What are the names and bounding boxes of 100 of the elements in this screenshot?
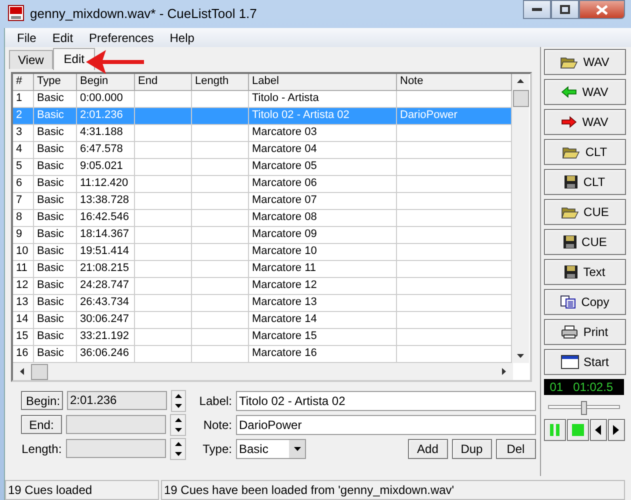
- spin-control[interactable]: [170, 390, 186, 412]
- table-cell: 8: [13, 210, 34, 227]
- table-cell: 33:21.192: [77, 329, 135, 346]
- table-cell: 30:06.247: [77, 312, 135, 329]
- column-header[interactable]: #: [13, 74, 34, 91]
- table-row[interactable]: 5 Basic 9:05.021 Marcatore 05: [13, 159, 512, 176]
- column-header[interactable]: Label: [249, 74, 397, 91]
- up-arrow-icon: [174, 392, 183, 398]
- label-field[interactable]: Titolo 02 - Artista 02: [236, 390, 536, 410]
- table-cell: 19:51.414: [77, 244, 135, 261]
- table-cell: Marcatore 08: [249, 210, 397, 227]
- table-cell: 7: [13, 193, 34, 210]
- begin-field[interactable]: 2:01.236: [67, 391, 167, 410]
- column-header[interactable]: Length: [192, 74, 249, 91]
- table-row[interactable]: 3 Basic 4:31.188 Marcatore 03: [13, 125, 512, 142]
- printer-icon: [561, 325, 578, 339]
- copy-icon: [560, 295, 576, 309]
- right-arrow-icon: [500, 367, 507, 376]
- table-row[interactable]: 14 Basic 30:06.247 Marcatore 14: [13, 312, 512, 329]
- action-button[interactable]: Add: [408, 438, 448, 458]
- table-row[interactable]: 15 Basic 33:21.192 Marcatore 15: [13, 329, 512, 346]
- toolbar-button[interactable]: WAV: [544, 49, 626, 75]
- maximize-button[interactable]: [551, 0, 579, 19]
- toolbar-button[interactable]: CUE: [544, 229, 626, 255]
- menu-item[interactable]: Edit: [44, 30, 82, 44]
- note-label: Note:: [202, 418, 232, 432]
- table-cell: Marcatore 03: [249, 125, 397, 142]
- toolbar-button[interactable]: WAV: [544, 109, 626, 135]
- maximize-icon: [560, 5, 570, 14]
- toolbar-button[interactable]: CUE: [544, 199, 626, 225]
- action-button[interactable]: Dup: [452, 438, 492, 458]
- tab[interactable]: Edit: [52, 48, 96, 70]
- begin-button[interactable]: Begin:: [21, 391, 63, 410]
- table-cell: Basic: [34, 244, 77, 261]
- tab[interactable]: View: [9, 50, 53, 69]
- toolbar-button[interactable]: CLT: [544, 139, 626, 165]
- scroll-thumb[interactable]: [512, 90, 528, 107]
- table-row[interactable]: 11 Basic 21:08.215 Marcatore 11: [13, 261, 512, 278]
- table-row[interactable]: 10 Basic 19:51.414 Marcatore 10: [13, 244, 512, 261]
- toolbar-button[interactable]: WAV: [544, 79, 626, 105]
- column-header[interactable]: Type: [34, 74, 77, 91]
- toolbar-button[interactable]: Start: [544, 349, 626, 375]
- table-cell: Marcatore 07: [249, 193, 397, 210]
- time-display: 01 01:02.5: [544, 379, 624, 395]
- up-arrow-icon: [174, 416, 183, 422]
- minimize-icon: [532, 8, 542, 11]
- menu-item[interactable]: Preferences: [81, 30, 162, 44]
- previous-button[interactable]: [590, 419, 607, 441]
- table-cell: 14: [13, 312, 34, 329]
- table-cell: Marcatore 12: [249, 278, 397, 295]
- menu-item[interactable]: Help: [162, 30, 202, 44]
- annotation-arrow: [84, 48, 146, 76]
- stop-button[interactable]: [566, 419, 589, 441]
- toolbar-button[interactable]: Copy: [544, 289, 626, 315]
- menu-item[interactable]: File: [9, 30, 44, 44]
- scroll-thumb[interactable]: [31, 364, 48, 380]
- table-row[interactable]: 7 Basic 13:38.728 Marcatore 07: [13, 193, 512, 210]
- table-cell: Basic: [34, 227, 77, 244]
- folder-icon: [560, 205, 579, 219]
- pause-button[interactable]: [544, 419, 566, 441]
- table-cell: Marcatore 11: [249, 261, 397, 278]
- toolbar-button[interactable]: Text: [544, 259, 626, 285]
- table-cell: Basic: [34, 108, 77, 125]
- window-icon: [560, 355, 579, 369]
- table-row[interactable]: 13 Basic 26:43.734 Marcatore 13: [13, 295, 512, 312]
- table-row[interactable]: 4 Basic 6:47.578 Marcatore 04: [13, 142, 512, 159]
- minimize-button[interactable]: [523, 0, 551, 19]
- table-row[interactable]: 12 Basic 24:28.747 Marcatore 12: [13, 278, 512, 295]
- table-row[interactable]: 6 Basic 11:12.420 Marcatore 06: [13, 176, 512, 193]
- table-row[interactable]: 8 Basic 16:42.546 Marcatore 08: [13, 210, 512, 227]
- column-header[interactable]: Begin: [77, 74, 135, 91]
- toolbar-button[interactable]: CLT: [544, 169, 626, 195]
- position-slider[interactable]: [548, 401, 620, 415]
- spin-control[interactable]: [170, 438, 186, 460]
- table-cell: 4: [13, 142, 34, 159]
- table-cell: 6: [13, 176, 34, 193]
- note-field[interactable]: DarioPower: [236, 414, 536, 434]
- action-button[interactable]: Del: [496, 438, 536, 458]
- table-cell: Basic: [34, 295, 77, 312]
- table-cell: Basic: [34, 261, 77, 278]
- spin-control[interactable]: [170, 414, 186, 436]
- table-cell: Basic: [34, 210, 77, 227]
- table-cell: Basic: [34, 159, 77, 176]
- vertical-scrollbar[interactable]: [512, 74, 529, 363]
- table-cell: 11:12.420: [77, 176, 135, 193]
- table-cell: Basic: [34, 142, 77, 159]
- stop-icon: [572, 424, 584, 436]
- close-button[interactable]: [579, 0, 625, 19]
- length-field[interactable]: [66, 439, 166, 458]
- table-row[interactable]: 9 Basic 18:14.367 Marcatore 09: [13, 227, 512, 244]
- column-header[interactable]: End: [135, 74, 192, 91]
- horizontal-scrollbar[interactable]: [13, 363, 513, 380]
- table-cell: 15: [13, 329, 34, 346]
- type-dropdown[interactable]: Basic: [236, 438, 306, 458]
- next-button[interactable]: [608, 419, 625, 441]
- toolbar-button[interactable]: Print: [544, 319, 626, 345]
- column-header[interactable]: Note: [397, 74, 512, 91]
- end-button[interactable]: End:: [21, 415, 62, 434]
- up-arrow-icon: [174, 440, 183, 446]
- end-field[interactable]: [66, 415, 166, 434]
